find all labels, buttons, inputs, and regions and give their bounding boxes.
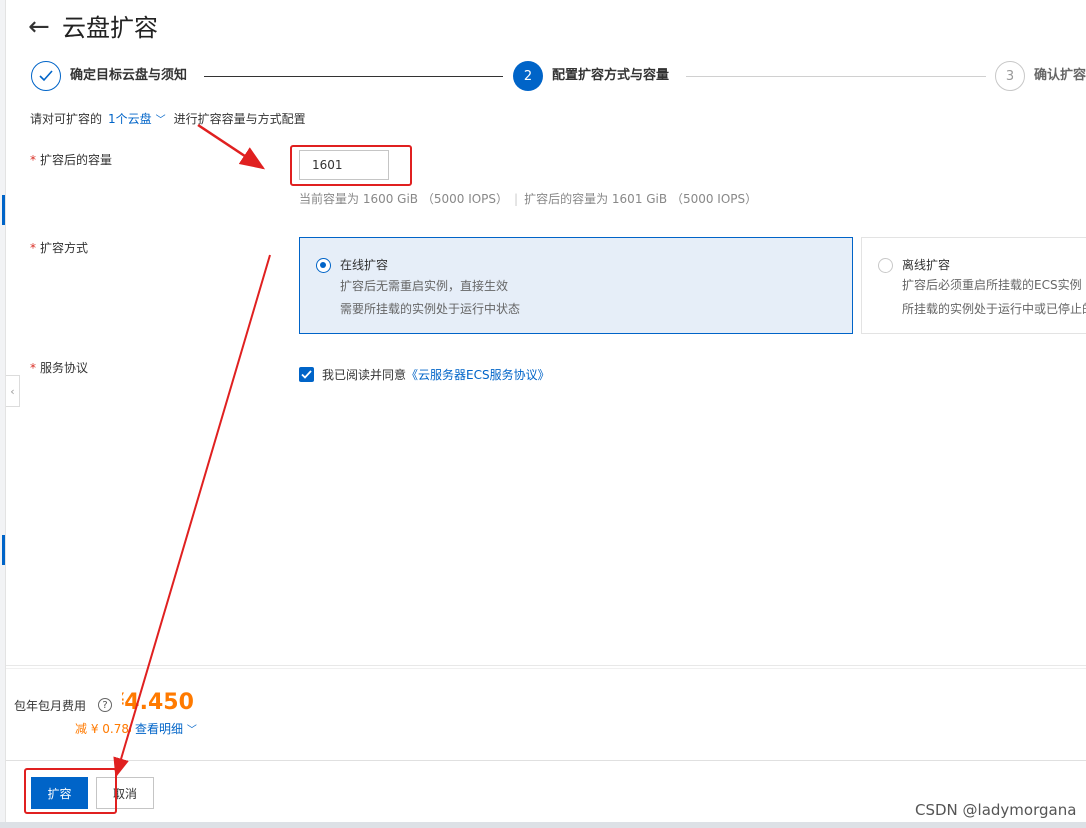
- watermark: CSDN @ladymorgana: [915, 801, 1077, 819]
- annotation-arrows: [113, 123, 271, 778]
- annotation-arrow: [197, 123, 266, 170]
- annotation-arrow: [113, 254, 271, 778]
